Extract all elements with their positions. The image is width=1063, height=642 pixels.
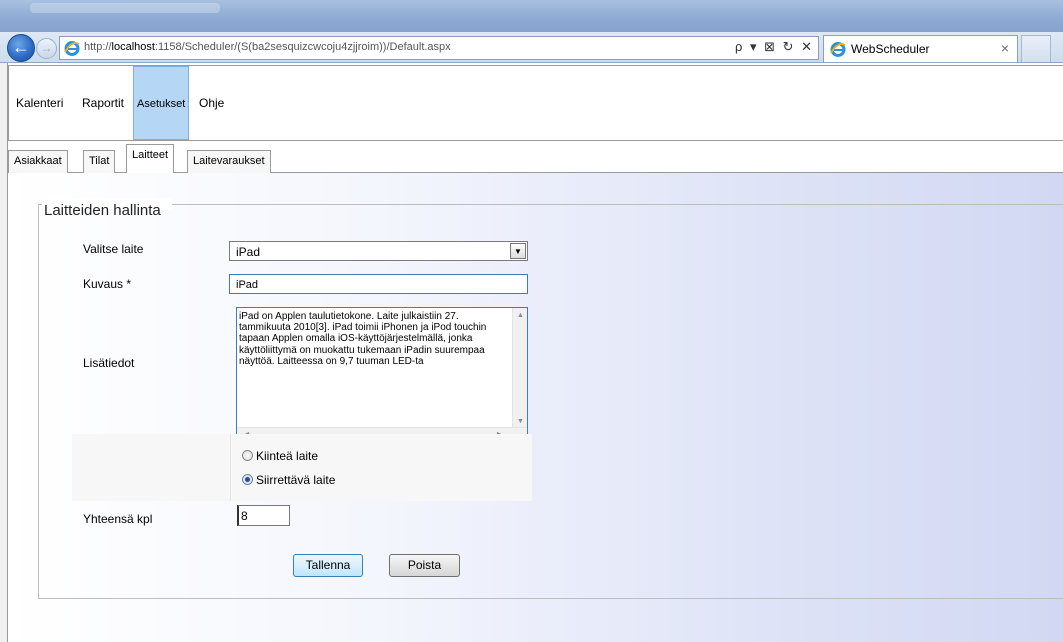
ie-logo-icon	[64, 41, 80, 56]
forward-arrow-icon[interactable]: →	[36, 38, 57, 59]
address-bar[interactable]: http://localhost:1158/Scheduler/(S(ba2se…	[59, 36, 819, 60]
menu-item-ohje[interactable]: Ohje	[196, 66, 227, 140]
menu-item-raportit[interactable]: Raportit	[79, 66, 127, 140]
window-titlebar	[0, 0, 1063, 32]
tab-asiakkaat[interactable]: Asiakkaat	[8, 150, 68, 173]
menu-item-kalenteri[interactable]: Kalenteri	[13, 66, 66, 140]
close-tab-icon[interactable]: ×	[1001, 40, 1009, 56]
ie-tab-icon	[830, 42, 846, 57]
menu-item-asetukset[interactable]: Asetukset	[133, 66, 190, 140]
page: Kalenteri Raportit Asetukset Ohje Asiakk…	[0, 63, 1063, 642]
url-text: http://localhost:1158/Scheduler/(S(ba2se…	[84, 41, 451, 53]
address-tools-icons[interactable]: ρ ▾ ⊠ ↻ ✕	[735, 39, 814, 55]
new-tab-button[interactable]	[1021, 35, 1051, 62]
left-frame-border	[0, 63, 8, 642]
tab-laitteet[interactable]: Laitteet	[126, 144, 175, 173]
tab-laitevaraukset[interactable]: Laitevaraukset	[187, 150, 271, 173]
content-area	[8, 173, 1063, 642]
main-menu: Kalenteri Raportit Asetukset Ohje	[8, 65, 1063, 141]
browser-tab-title: WebScheduler	[851, 42, 930, 56]
browser-tab[interactable]: WebScheduler ×	[823, 35, 1018, 62]
back-arrow-icon[interactable]: ←	[7, 34, 35, 62]
tab-tilat[interactable]: Tilat	[83, 150, 116, 173]
settings-tabs: Asiakkaat Tilat Laitteet Laitevaraukset	[8, 144, 1063, 173]
